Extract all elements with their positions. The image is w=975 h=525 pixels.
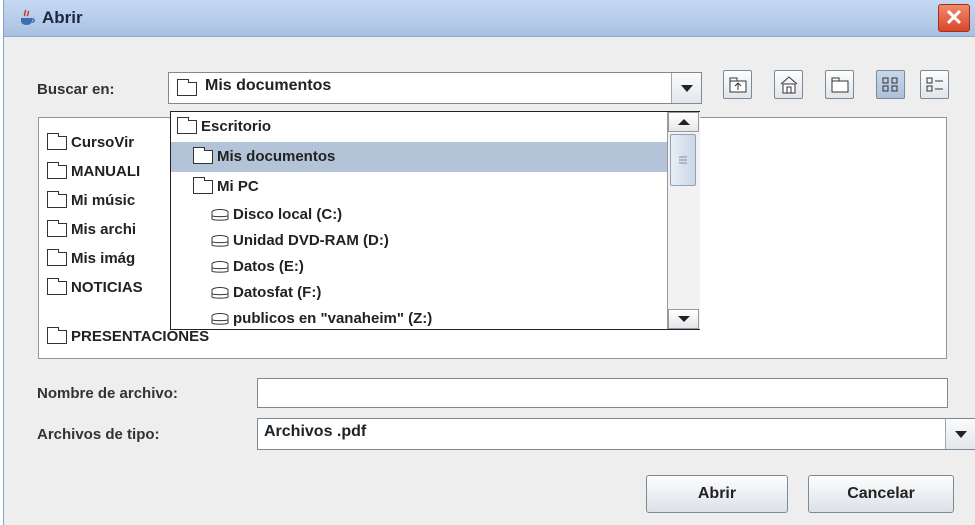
list-item[interactable]: Mis archi — [47, 220, 136, 238]
file-chooser-dialog: Abrir ✕ Buscar en: Mis documentos CursoV… — [3, 0, 975, 525]
scroll-down-button[interactable] — [668, 309, 699, 329]
filename-input[interactable] — [257, 378, 948, 408]
scroll-up-button[interactable] — [668, 112, 699, 132]
look-in-label: Buscar en: — [37, 81, 115, 98]
chevron-up-icon — [678, 119, 690, 125]
list-item[interactable]: NOTICIAS — [47, 278, 143, 296]
folder-icon — [47, 249, 67, 267]
scroll-thumb[interactable] — [670, 134, 696, 186]
details-view-icon — [926, 77, 943, 92]
filename-label: Nombre de archivo: — [37, 385, 178, 402]
folder-icon — [193, 177, 213, 195]
folder-icon — [47, 133, 67, 151]
folder-icon — [47, 220, 67, 238]
filetype-value: Archivos .pdf — [264, 423, 367, 440]
grip-icon — [679, 156, 687, 164]
folder-icon — [47, 278, 67, 296]
up-folder-button[interactable] — [723, 70, 752, 99]
home-button[interactable] — [774, 70, 803, 99]
dropdown-item-drive-z[interactable]: publicos en "vanaheim" (Z:) — [211, 304, 432, 334]
look-in-dropdown-popup: Escritorio Mis documentos Mi PC Disco lo… — [170, 111, 700, 330]
filetype-combo[interactable]: Archivos .pdf — [257, 418, 975, 450]
list-item[interactable]: Mis imág — [47, 249, 135, 267]
drive-icon — [211, 286, 229, 299]
open-button[interactable]: Abrir — [646, 475, 788, 513]
folder-icon — [193, 147, 213, 165]
dropdown-item-escritorio[interactable]: Escritorio — [177, 112, 271, 142]
folder-icon — [177, 117, 197, 135]
list-item[interactable]: MANUALI — [47, 162, 140, 180]
home-icon — [780, 76, 798, 94]
drive-icon — [211, 260, 229, 273]
filetype-label: Archivos de tipo: — [37, 426, 160, 443]
chevron-down-icon[interactable] — [945, 419, 975, 449]
folder-icon — [177, 79, 197, 96]
chevron-down-icon — [678, 316, 690, 322]
chevron-down-icon[interactable] — [671, 73, 701, 103]
list-item[interactable]: Mi músic — [47, 191, 135, 209]
look-in-combo[interactable]: Mis documentos — [168, 72, 702, 104]
folder-icon — [47, 327, 67, 345]
title-bar[interactable]: Abrir ✕ — [4, 0, 975, 37]
list-view-button[interactable] — [876, 70, 905, 99]
look-in-value: Mis documentos — [205, 77, 332, 94]
list-item[interactable]: CursoVir — [47, 133, 134, 151]
list-view-icon — [882, 77, 898, 92]
drive-icon — [211, 234, 229, 247]
new-folder-icon — [831, 77, 849, 93]
up-folder-icon — [729, 77, 747, 93]
drive-icon — [211, 312, 229, 325]
new-folder-button[interactable] — [825, 70, 854, 99]
dropdown-scrollbar[interactable] — [667, 112, 700, 329]
details-view-button[interactable] — [920, 70, 949, 99]
dropdown-item-mi-pc[interactable]: Mi PC — [193, 172, 259, 202]
window-title: Abrir — [42, 8, 83, 27]
cancel-button[interactable]: Cancelar — [808, 475, 954, 513]
close-button[interactable]: ✕ — [938, 4, 970, 32]
dropdown-item-mis-documentos[interactable]: Mis documentos — [171, 142, 667, 172]
drive-icon — [211, 208, 229, 221]
folder-icon — [47, 162, 67, 180]
folder-icon — [47, 191, 67, 209]
java-cup-icon — [21, 9, 35, 25]
list-item[interactable]: PRESENTACIONES — [47, 327, 209, 345]
